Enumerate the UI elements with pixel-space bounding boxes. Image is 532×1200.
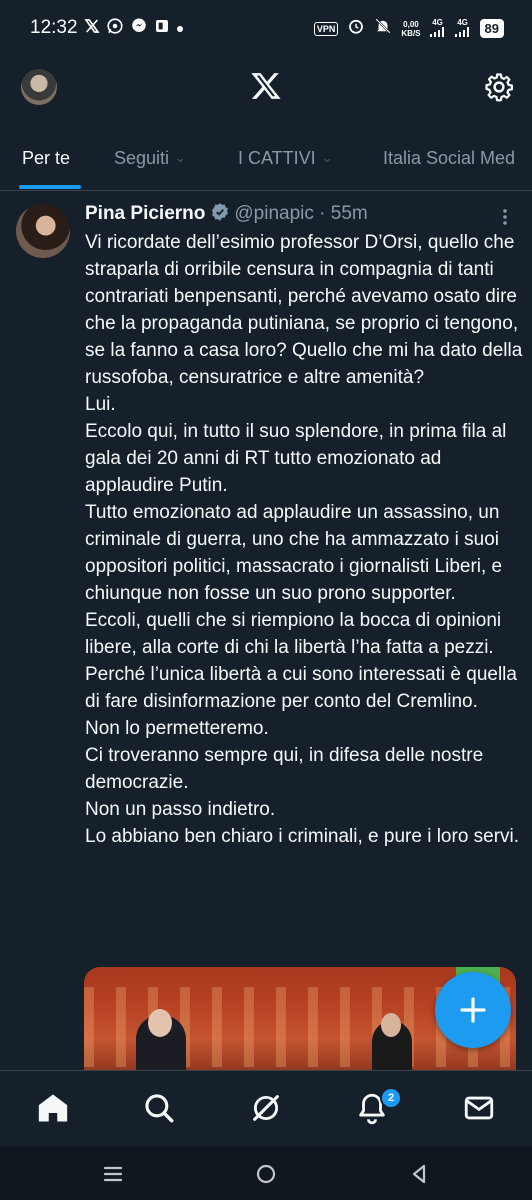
grok-icon[interactable] (249, 1091, 283, 1125)
top-bar (0, 56, 532, 120)
tweet-paragraph: Lo abbiano ben chiaro i criminali, e pur… (85, 826, 520, 847)
home-button-icon[interactable] (254, 1162, 278, 1186)
tweet-paragraph: Lui. (85, 394, 116, 415)
separator-text: · (319, 203, 326, 224)
more-options-icon[interactable] (498, 207, 512, 227)
author-handle[interactable]: @pinapic (234, 203, 314, 224)
separator-dot: · (314, 203, 331, 224)
compose-button[interactable] (435, 972, 511, 1048)
tab-i-cattivi[interactable]: I CATTIVI ⌄ (238, 148, 333, 169)
recent-apps-icon[interactable] (101, 1162, 125, 1186)
dot-icon (176, 19, 184, 39)
author-avatar[interactable] (16, 204, 70, 258)
vpn-badge: VPN (313, 21, 339, 36)
tweet-paragraph: Tutto emozionato ad applaudire un assass… (85, 502, 503, 604)
status-notification-icons (84, 17, 184, 41)
timeline-tabs: Per te Seguiti ⌄ I CATTIVI ⌄ Italia Social… (0, 134, 532, 191)
alarm-icon (347, 17, 365, 40)
signal-2: 4G (454, 18, 471, 39)
chevron-down-icon: ⌄ (321, 150, 333, 165)
tweet-paragraph: Non lo permetteremo. (85, 718, 269, 739)
app-icon (154, 18, 170, 40)
verified-badge-icon (210, 202, 230, 228)
signal-bars-icon (429, 27, 444, 37)
notifications-badge: 2 (380, 1087, 402, 1109)
x-icon (84, 18, 100, 40)
chevron-down-icon: ⌄ (175, 150, 186, 165)
author-name[interactable]: Pina Picierno (85, 203, 205, 224)
tab-label: I CATTIVI (238, 148, 316, 168)
gear-icon[interactable] (484, 72, 514, 102)
tweet[interactable]: Pina Picierno @pinapic · 55m Vi ricordate… (0, 191, 532, 1070)
system-navigation-bar (0, 1146, 532, 1200)
mute-icon (374, 17, 392, 40)
network-type-1: 4G (432, 18, 443, 27)
active-tab-indicator (19, 185, 81, 189)
network-speed: 0,00 KB/S (401, 20, 420, 38)
tweet-paragraph: Vi ricordate dell’esimio professor D’Ors… (85, 232, 523, 388)
signal-1: 4G (429, 18, 446, 39)
status-time: 12:32 (30, 17, 78, 38)
messenger-icon (130, 17, 148, 41)
messages-icon[interactable] (462, 1091, 496, 1125)
status-bar: 12:32 VPN 0,00 KB/S 4G 4G 89 (0, 0, 532, 56)
tab-label: Italia Social Med (383, 148, 516, 168)
tab-label: Seguiti (114, 148, 170, 168)
tweet-text: Vi ricordate dell’esimio professor D’Ors… (85, 229, 525, 850)
tweet-paragraph: Eccoli, quelli che si riempiono la bocca… (85, 610, 517, 712)
tab-seguiti[interactable]: Seguiti ⌄ (114, 148, 186, 169)
media-face-left (148, 1009, 172, 1037)
post-time[interactable]: 55m (331, 203, 368, 224)
plus-icon (460, 997, 486, 1023)
tweet-paragraph: Eccolo qui, in tutto il suo splendore, i… (85, 421, 507, 496)
home-icon[interactable] (36, 1091, 70, 1125)
tweet-paragraph: Ci troveranno sempre qui, in difesa dell… (85, 745, 484, 793)
profile-avatar[interactable] (21, 69, 57, 105)
tweet-paragraph: Non un passo indietro. (85, 799, 276, 820)
tab-per-te[interactable]: Per te (22, 148, 70, 169)
network-type-2: 4G (457, 18, 468, 27)
back-icon[interactable] (407, 1162, 431, 1186)
whatsapp-icon (106, 17, 124, 41)
battery-level: 89 (479, 19, 504, 38)
tweet-header: Pina Picierno @pinapic · 55m (85, 202, 368, 228)
network-speed-value: 0,00 (403, 19, 419, 29)
network-speed-unit: KB/S (401, 28, 421, 38)
tab-label: Per te (22, 148, 71, 168)
x-logo-icon[interactable] (250, 70, 282, 102)
signal-bars-icon (454, 27, 469, 37)
status-system-icons: VPN 0,00 KB/S 4G 4G 89 (313, 17, 504, 40)
search-icon[interactable] (142, 1091, 176, 1125)
tab-italia-social-med[interactable]: Italia Social Med (383, 148, 515, 169)
bottom-navigation: 2 (0, 1070, 532, 1147)
media-face-right (381, 1013, 401, 1037)
